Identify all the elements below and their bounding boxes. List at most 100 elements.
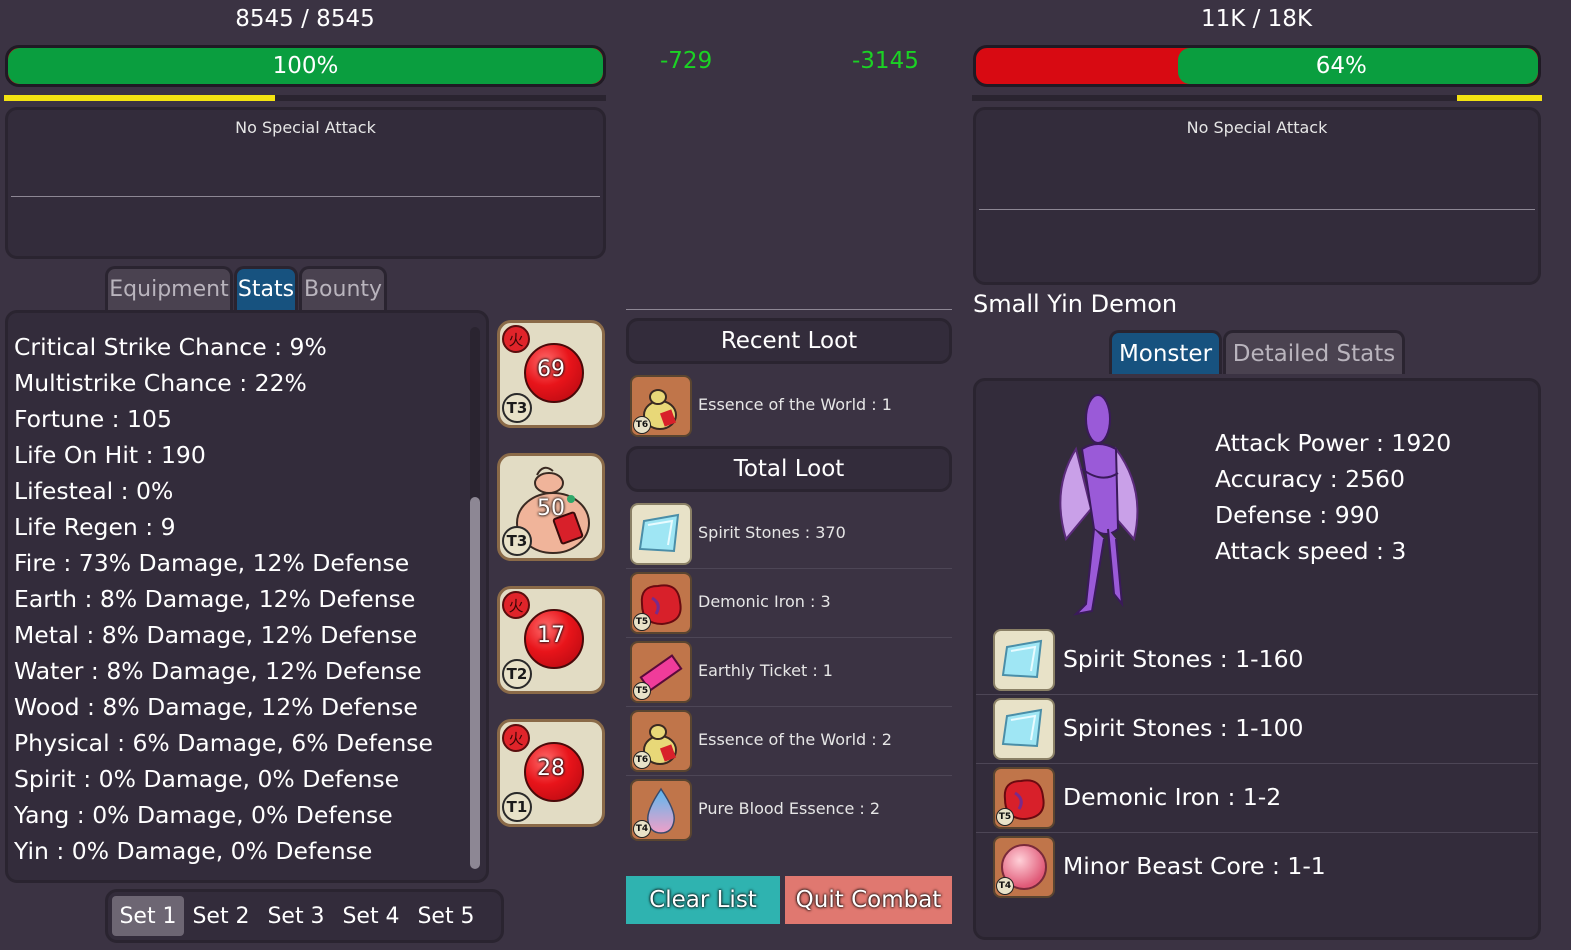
player-attack-timer-fill	[4, 95, 275, 101]
loot-row: T4 Pure Blood Essence : 2	[626, 776, 952, 845]
drop-name: Spirit Stones : 1-160	[1063, 645, 1304, 673]
tab-bounty[interactable]: Bounty	[299, 266, 387, 310]
player-hp-percent: 100%	[272, 53, 339, 79]
player-hp-text: 8545 / 8545	[235, 6, 375, 32]
spirit-stone-icon	[630, 503, 692, 565]
skill-4-tier: T1	[502, 792, 532, 822]
drop-row: T4 Minor Beast Core : 1-1	[976, 833, 1538, 902]
drop-row: Spirit Stones : 1-100	[976, 695, 1538, 764]
enemy-special-divider	[979, 209, 1535, 210]
drop-tier-badge: T5	[996, 808, 1014, 826]
loot-row: T6 Essence of the World : 1	[626, 372, 952, 441]
quit-combat-button[interactable]: Quit Combat	[785, 876, 952, 924]
skill-4-count: 28	[537, 756, 565, 781]
gourd-icon: T6	[630, 375, 692, 437]
monster-accuracy: Accuracy : 2560	[1215, 465, 1405, 493]
skill-3-tier: T2	[502, 659, 532, 689]
player-attack-timer	[4, 95, 606, 101]
stat-life-on-hit: Life On Hit : 190	[14, 441, 206, 469]
skill-slot-1[interactable]: 69 火 T3	[497, 320, 605, 428]
skill-2-tier: T3	[502, 526, 532, 556]
tab-detailed-stats[interactable]: Detailed Stats	[1223, 330, 1405, 374]
stat-spirit: Spirit : 0% Damage, 0% Defense	[14, 765, 400, 793]
player-special-label: No Special Attack	[235, 118, 376, 137]
enemy-special-panel: No Special Attack	[973, 107, 1541, 285]
loot-row: T5 Earthly Ticket : 1	[626, 638, 952, 707]
loot-tier-badge: T5	[633, 682, 651, 700]
tab-monster[interactable]: Monster	[1109, 330, 1222, 374]
drop-row: Spirit Stones : 1-160	[976, 626, 1538, 695]
stat-yin: Yin : 0% Damage, 0% Defense	[14, 837, 373, 865]
gourd-icon: T6	[630, 710, 692, 772]
loot-tier-badge: T4	[633, 820, 651, 838]
total-loot-header: Total Loot	[626, 446, 952, 492]
stats-panel[interactable]: Critical Strike Chance : 9% Multistrike …	[5, 310, 489, 883]
set-2-button[interactable]: Set 2	[186, 896, 256, 936]
loot-divider	[626, 309, 952, 310]
loot-name: Earthly Ticket : 1	[698, 661, 833, 680]
skill-1-tier: T3	[502, 393, 532, 423]
stat-lifesteal: Lifesteal : 0%	[14, 477, 174, 505]
stat-wood: Wood : 8% Damage, 12% Defense	[14, 693, 418, 721]
monster-drops: Spirit Stones : 1-160 Spirit Stones : 1-…	[976, 626, 1538, 906]
monster-stats: Attack Power : 1920 Accuracy : 2560 Defe…	[1215, 425, 1451, 569]
loot-name: Essence of the World : 1	[698, 395, 892, 414]
damage-number-1: -729	[660, 48, 713, 74]
set-4-button[interactable]: Set 4	[336, 896, 406, 936]
beast-core-icon: T4	[993, 836, 1055, 898]
player-special-panel: No Special Attack	[5, 107, 606, 259]
monster-defense: Defense : 990	[1215, 501, 1380, 529]
enemy-hp-bar: 64%	[973, 45, 1541, 87]
monster-attack-speed: Attack speed : 3	[1215, 537, 1407, 565]
loot-tier-badge: T6	[633, 416, 651, 434]
fire-element-icon: 火	[502, 325, 530, 353]
skill-slot-2[interactable]: 50 T3	[497, 453, 605, 561]
loot-name: Pure Blood Essence : 2	[698, 799, 881, 818]
set-5-button[interactable]: Set 5	[411, 896, 481, 936]
demonic-iron-icon: T5	[993, 767, 1055, 829]
monster-portrait	[1059, 394, 1139, 616]
stats-list: Critical Strike Chance : 9% Multistrike …	[14, 329, 433, 869]
clear-list-button[interactable]: Clear List	[626, 876, 780, 924]
fire-element-icon: 火	[502, 591, 530, 619]
skill-slot-4[interactable]: 28 火 T1	[497, 719, 605, 827]
drop-name: Spirit Stones : 1-100	[1063, 714, 1304, 742]
loot-row: T6 Essence of the World : 2	[626, 707, 952, 776]
player-hp-bar: 100%	[5, 45, 606, 87]
stat-physical: Physical : 6% Damage, 6% Defense	[14, 729, 433, 757]
stat-life-regen: Life Regen : 9	[14, 513, 176, 541]
monster-attack-power: Attack Power : 1920	[1215, 429, 1452, 457]
monster-panel: Attack Power : 1920 Accuracy : 2560 Defe…	[973, 378, 1541, 940]
set-3-button[interactable]: Set 3	[261, 896, 331, 936]
enemy-special-label: No Special Attack	[1186, 118, 1328, 137]
enemy-attack-timer	[972, 95, 1542, 101]
player-special-divider	[11, 196, 600, 197]
loot-row: Spirit Stones : 370	[626, 500, 952, 569]
skill-2-count: 50	[537, 496, 565, 521]
loot-name: Spirit Stones : 370	[698, 523, 846, 542]
spirit-stone-icon	[993, 698, 1055, 760]
tab-stats[interactable]: Stats	[234, 266, 298, 310]
tab-equipment[interactable]: Equipment	[105, 266, 233, 310]
drop-row: T5 Demonic Iron : 1-2	[976, 764, 1538, 833]
loot-row: T5 Demonic Iron : 3	[626, 569, 952, 638]
fire-element-icon: 火	[502, 724, 530, 752]
stat-yang: Yang : 0% Damage, 0% Defense	[14, 801, 393, 829]
stats-scrollbar[interactable]	[470, 327, 480, 869]
recent-loot-header: Recent Loot	[626, 318, 952, 364]
set-1-button[interactable]: Set 1	[112, 896, 184, 936]
stats-scrollbar-thumb[interactable]	[470, 497, 480, 869]
drop-name: Demonic Iron : 1-2	[1063, 783, 1282, 811]
stat-water: Water : 8% Damage, 12% Defense	[14, 657, 422, 685]
skill-1-count: 69	[537, 357, 565, 382]
enemy-hp-percent: 64%	[1315, 53, 1367, 79]
stat-multistrike: Multistrike Chance : 22%	[14, 369, 307, 397]
skill-slot-3[interactable]: 17 火 T2	[497, 586, 605, 694]
ticket-icon: T5	[630, 641, 692, 703]
total-loot-list: Spirit Stones : 370 T5 Demonic Iron : 3 …	[626, 500, 952, 846]
drop-name: Minor Beast Core : 1-1	[1063, 852, 1326, 880]
spirit-stone-icon	[993, 629, 1055, 691]
loot-name: Essence of the World : 2	[698, 730, 892, 749]
recent-loot-list: T6 Essence of the World : 1	[626, 372, 952, 442]
enemy-name: Small Yin Demon	[973, 290, 1178, 318]
